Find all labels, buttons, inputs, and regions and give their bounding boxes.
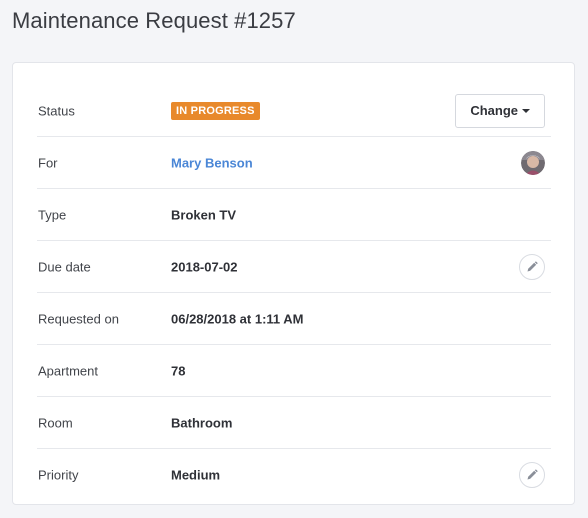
row-priority: Priority Medium bbox=[37, 449, 551, 501]
edit-due-date-button[interactable] bbox=[519, 253, 545, 280]
room-label: Room bbox=[38, 415, 73, 430]
row-room: Room Bathroom bbox=[37, 397, 551, 449]
change-status-button[interactable]: Change bbox=[455, 93, 545, 128]
request-details-card: Status IN PROGRESS Change For Mary Benso… bbox=[12, 62, 575, 505]
room-value: Bathroom bbox=[171, 415, 233, 430]
status-badge: IN PROGRESS bbox=[171, 101, 260, 120]
avatar-icon bbox=[521, 150, 545, 175]
page-title: Maintenance Request #1257 bbox=[12, 8, 296, 33]
due-date-value: 2018-07-02 bbox=[171, 259, 238, 274]
row-apartment: Apartment 78 bbox=[37, 345, 551, 397]
due-date-label: Due date bbox=[38, 259, 91, 274]
row-requested-on: Requested on 06/28/2018 at 1:11 AM bbox=[37, 293, 551, 345]
apartment-label: Apartment bbox=[38, 363, 98, 378]
requested-on-label: Requested on bbox=[38, 311, 119, 326]
caret-down-icon bbox=[522, 109, 530, 113]
tenant-name-link[interactable]: Mary Benson bbox=[171, 155, 253, 170]
edit-priority-button[interactable] bbox=[519, 462, 545, 488]
row-status: Status IN PROGRESS Change bbox=[37, 85, 551, 137]
user-avatar[interactable] bbox=[521, 150, 545, 175]
apartment-value: 78 bbox=[171, 363, 186, 378]
for-label: For bbox=[38, 155, 58, 170]
priority-label: Priority bbox=[38, 467, 79, 483]
priority-value: Medium bbox=[171, 467, 221, 483]
type-value: Broken TV bbox=[171, 207, 237, 222]
row-type: Type Broken TV bbox=[37, 189, 551, 241]
row-due-date: Due date 2018-07-02 bbox=[37, 241, 551, 293]
pencil-icon bbox=[527, 469, 538, 480]
change-button-label: Change bbox=[470, 103, 518, 118]
pencil-icon bbox=[527, 260, 538, 271]
type-label: Type bbox=[38, 207, 67, 222]
row-for: For Mary Benson bbox=[37, 137, 551, 189]
status-label: Status bbox=[38, 103, 75, 118]
requested-on-value: 06/28/2018 at 1:11 AM bbox=[171, 311, 304, 326]
details-list: Status IN PROGRESS Change For Mary Benso… bbox=[37, 85, 551, 501]
